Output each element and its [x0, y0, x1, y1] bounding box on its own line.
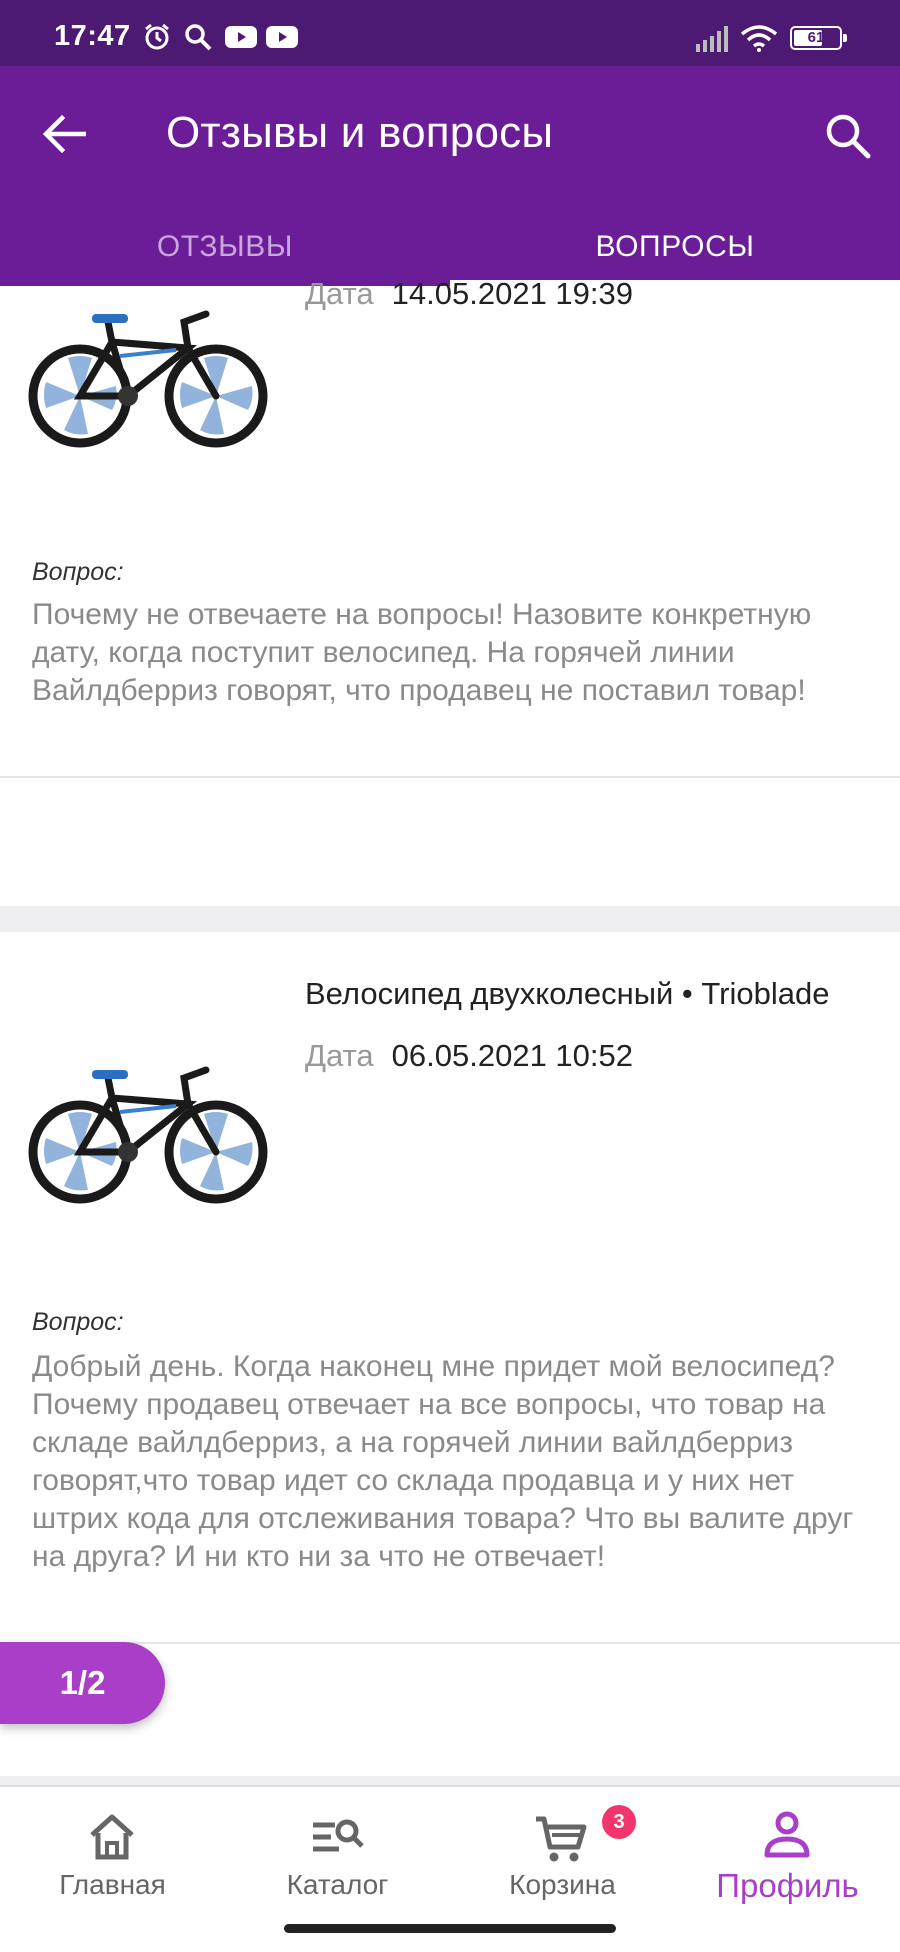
status-bar: 17:47 61 [0, 0, 900, 66]
home-icon [90, 1814, 134, 1860]
page-indicator[interactable]: 1/2 [0, 1642, 165, 1724]
tab-reviews[interactable]: ОТЗЫВЫ [0, 208, 450, 286]
tab-questions[interactable]: ВОПРОСЫ [450, 208, 900, 286]
battery-icon: 61 [790, 26, 847, 50]
bicycle-product-image[interactable] [28, 1052, 268, 1212]
youtube-icon [266, 26, 298, 48]
status-time: 17:47 [54, 20, 131, 52]
date-value: 06.05.2021 10:52 [391, 1038, 633, 1073]
nav-home[interactable]: Главная [0, 1787, 225, 1927]
nav-profile[interactable]: Профиль [675, 1787, 900, 1927]
date-label: Дата [305, 276, 374, 311]
home-indicator[interactable] [284, 1924, 616, 1933]
product-name[interactable]: Велосипед двухколесный • Trioblade [305, 976, 830, 1012]
profile-icon [764, 1811, 810, 1858]
question-text: Добрый день. Когда наконец мне придет мо… [32, 1350, 854, 1573]
bicycle-product-image[interactable] [28, 296, 268, 456]
date-label: Дата [305, 1038, 374, 1073]
page-title: Отзывы и вопросы [166, 108, 554, 157]
nav-cart-label: Корзина [509, 1869, 616, 1900]
nav-catalog-label: Каталог [286, 1869, 389, 1900]
question-date: Дата 14.05.2021 19:39 [305, 276, 633, 312]
divider [0, 776, 900, 778]
youtube-icon [225, 26, 257, 48]
date-value: 14.05.2021 19:39 [391, 276, 633, 311]
search-status-icon [185, 24, 212, 51]
search-icon[interactable] [820, 108, 876, 164]
question-label: Вопрос: [32, 558, 124, 586]
nav-cart[interactable]: 3 Корзина [450, 1787, 675, 1927]
question-date: Дата 06.05.2021 10:52 [305, 1038, 633, 1074]
battery-level: 61 [807, 29, 825, 46]
question-card[interactable]: Дата 14.05.2021 19:39 Вопрос: Почему не о… [0, 276, 900, 906]
nav-profile-label: Профиль [716, 1867, 859, 1904]
nav-home-label: Главная [59, 1869, 166, 1900]
back-arrow-icon[interactable] [38, 106, 94, 162]
catalog-search-icon [313, 1819, 364, 1852]
cart-badge: 3 [602, 1805, 636, 1839]
nav-catalog[interactable]: Каталог [225, 1787, 450, 1927]
signal-icon [696, 26, 728, 52]
app-bar: Отзывы и вопросы ОТЗЫВЫ ВОПРОСЫ [0, 66, 900, 286]
wifi-icon [740, 25, 778, 52]
question-text: Почему не отвечаете на вопросы! Назовите… [32, 598, 812, 707]
cart-icon [536, 1816, 587, 1862]
question-label: Вопрос: [32, 1308, 124, 1336]
alarm-icon [145, 23, 169, 50]
